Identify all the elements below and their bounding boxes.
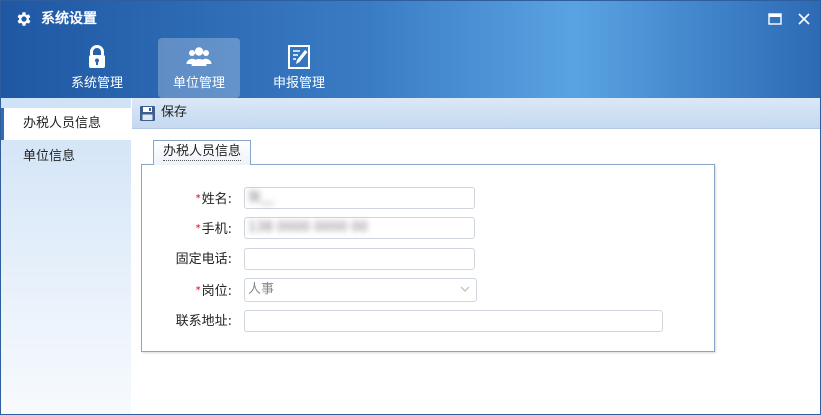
chevron-down-icon (460, 286, 470, 292)
required-mark: * (195, 285, 201, 296)
nav-label-declare: 申报管理 (272, 76, 325, 91)
position-label-text: 岗位: (201, 284, 232, 299)
mobile-input[interactable]: 138 0000 0000 00 (244, 217, 475, 239)
sidebar: 办税人员信息 单位信息 (1, 98, 131, 414)
close-icon[interactable] (796, 11, 812, 27)
top-nav: 系统管理 单位管理 申报管理 (1, 37, 820, 98)
toolbar: 保存 (132, 98, 820, 129)
required-mark: * (195, 193, 201, 204)
floppy-disk-icon (140, 106, 155, 121)
nav-item-unit[interactable]: 单位管理 (158, 38, 240, 98)
sidebar-item-unit-info[interactable]: 单位信息 (1, 141, 131, 173)
position-value: 人事 (248, 282, 275, 297)
mobile-label-text: 手机: (201, 222, 232, 237)
required-mark: * (195, 223, 201, 234)
nav-item-declare[interactable]: 申报管理 (258, 38, 340, 98)
save-button[interactable]: 保存 (139, 104, 187, 124)
phone-input[interactable] (244, 248, 475, 270)
name-label: *姓名: (142, 189, 232, 210)
nav-label-unit: 单位管理 (172, 76, 225, 91)
tab-tax-staff[interactable]: 办税人员信息 (153, 140, 252, 165)
save-label: 保存 (161, 105, 188, 120)
header: 系统设置 系统管理 单位管理 申报管理 (1, 1, 820, 98)
sidebar-item-tax-staff[interactable]: 办税人员信息 (1, 108, 131, 140)
tab-label: 办税人员信息 (163, 144, 242, 161)
phone-label: 固定电话: (175, 252, 232, 267)
title-bar: 系统设置 (1, 1, 820, 37)
edit-document-icon (288, 45, 310, 69)
name-label-text: 姓名: (201, 192, 232, 207)
settings-window: 系统设置 系统管理 单位管理 申报管理 办税人员信息 单位信息 保存 办税人员信… (0, 0, 821, 415)
gear-icon (17, 12, 31, 26)
name-input[interactable]: 张__ (244, 187, 475, 209)
window-title: 系统设置 (41, 11, 97, 27)
nav-item-system[interactable]: 系统管理 (56, 38, 138, 98)
position-select[interactable]: 人事 (244, 278, 477, 302)
address-label: 联系地址: (175, 314, 232, 329)
lock-icon (89, 45, 105, 68)
position-label: *岗位: (142, 281, 232, 302)
users-icon (186, 47, 212, 66)
nav-label-system: 系统管理 (70, 76, 123, 91)
form-panel: *姓名: 张__ *手机: 138 0000 0000 00 固定电话: *岗位… (141, 164, 715, 352)
maximize-icon[interactable] (767, 11, 783, 27)
mobile-label: *手机: (142, 219, 232, 240)
address-input[interactable] (244, 310, 663, 332)
name-value: 张__ (248, 190, 275, 205)
mobile-value: 138 0000 0000 00 (248, 220, 368, 235)
